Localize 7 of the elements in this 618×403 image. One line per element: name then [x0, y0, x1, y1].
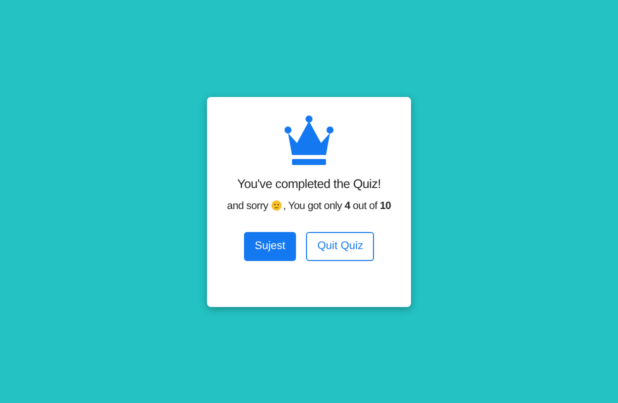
emoji-face-icon: [271, 200, 282, 211]
message-text: and sorry: [227, 200, 268, 212]
quit-button[interactable]: Quit Quiz: [306, 232, 374, 260]
score-text: , You got only 4 out of 10: [283, 200, 391, 212]
crown-icon: [284, 114, 334, 164]
completion-title: You've completed the Quiz!: [237, 176, 381, 190]
suggest-button[interactable]: Sujest: [244, 232, 296, 260]
